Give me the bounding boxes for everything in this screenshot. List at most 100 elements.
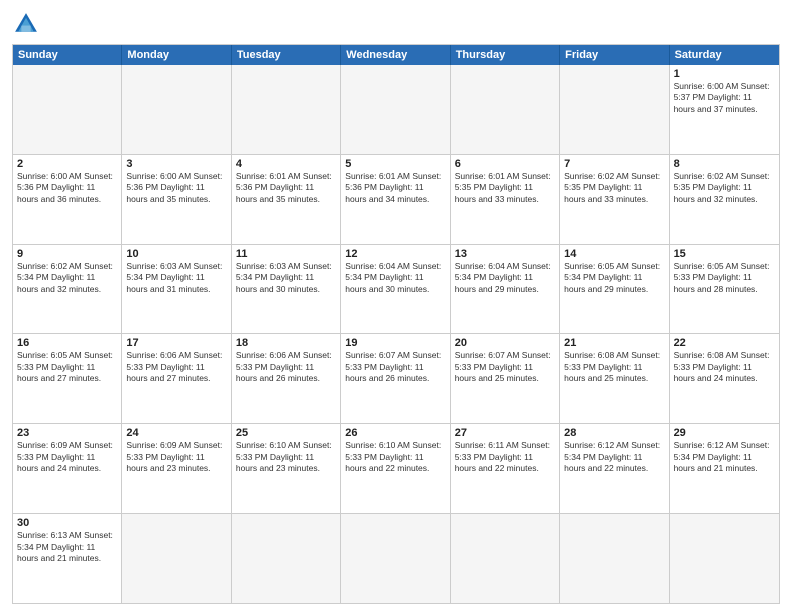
- calendar-cell: 4Sunrise: 6:01 AM Sunset: 5:36 PM Daylig…: [232, 155, 341, 244]
- day-info: Sunrise: 6:00 AM Sunset: 5:36 PM Dayligh…: [126, 171, 226, 205]
- calendar-cell: 19Sunrise: 6:07 AM Sunset: 5:33 PM Dayli…: [341, 334, 450, 423]
- weekday-header: Sunday: [13, 45, 122, 65]
- calendar-cell: [451, 514, 560, 603]
- calendar-week-row: 23Sunrise: 6:09 AM Sunset: 5:33 PM Dayli…: [13, 423, 779, 513]
- day-info: Sunrise: 6:04 AM Sunset: 5:34 PM Dayligh…: [345, 261, 445, 295]
- calendar-cell: [232, 65, 341, 154]
- day-number: 23: [17, 427, 117, 439]
- calendar-cell: [451, 65, 560, 154]
- day-number: 13: [455, 248, 555, 260]
- calendar-cell: 6Sunrise: 6:01 AM Sunset: 5:35 PM Daylig…: [451, 155, 560, 244]
- day-info: Sunrise: 6:09 AM Sunset: 5:33 PM Dayligh…: [126, 440, 226, 474]
- calendar-cell: 20Sunrise: 6:07 AM Sunset: 5:33 PM Dayli…: [451, 334, 560, 423]
- day-number: 18: [236, 337, 336, 349]
- day-number: 9: [17, 248, 117, 260]
- weekday-header: Tuesday: [232, 45, 341, 65]
- calendar-week-row: 2Sunrise: 6:00 AM Sunset: 5:36 PM Daylig…: [13, 154, 779, 244]
- calendar-cell: [13, 65, 122, 154]
- calendar-cell: [122, 65, 231, 154]
- day-number: 10: [126, 248, 226, 260]
- calendar-cell: 22Sunrise: 6:08 AM Sunset: 5:33 PM Dayli…: [670, 334, 779, 423]
- calendar-cell: 27Sunrise: 6:11 AM Sunset: 5:33 PM Dayli…: [451, 424, 560, 513]
- page: SundayMondayTuesdayWednesdayThursdayFrid…: [0, 0, 792, 612]
- day-info: Sunrise: 6:10 AM Sunset: 5:33 PM Dayligh…: [236, 440, 336, 474]
- calendar-cell: 16Sunrise: 6:05 AM Sunset: 5:33 PM Dayli…: [13, 334, 122, 423]
- day-number: 30: [17, 517, 117, 529]
- weekday-header: Saturday: [670, 45, 779, 65]
- day-info: Sunrise: 6:08 AM Sunset: 5:33 PM Dayligh…: [564, 350, 664, 384]
- day-number: 27: [455, 427, 555, 439]
- day-number: 3: [126, 158, 226, 170]
- day-number: 7: [564, 158, 664, 170]
- calendar-cell: 23Sunrise: 6:09 AM Sunset: 5:33 PM Dayli…: [13, 424, 122, 513]
- calendar-cell: [560, 65, 669, 154]
- calendar-cell: [670, 514, 779, 603]
- calendar-week-row: 30Sunrise: 6:13 AM Sunset: 5:34 PM Dayli…: [13, 513, 779, 603]
- calendar-cell: 18Sunrise: 6:06 AM Sunset: 5:33 PM Dayli…: [232, 334, 341, 423]
- calendar-week-row: 9Sunrise: 6:02 AM Sunset: 5:34 PM Daylig…: [13, 244, 779, 334]
- calendar: SundayMondayTuesdayWednesdayThursdayFrid…: [12, 44, 780, 604]
- calendar-body: 1Sunrise: 6:00 AM Sunset: 5:37 PM Daylig…: [13, 65, 779, 603]
- day-info: Sunrise: 6:04 AM Sunset: 5:34 PM Dayligh…: [455, 261, 555, 295]
- day-number: 17: [126, 337, 226, 349]
- day-number: 4: [236, 158, 336, 170]
- day-info: Sunrise: 6:01 AM Sunset: 5:36 PM Dayligh…: [345, 171, 445, 205]
- day-info: Sunrise: 6:12 AM Sunset: 5:34 PM Dayligh…: [564, 440, 664, 474]
- day-info: Sunrise: 6:05 AM Sunset: 5:34 PM Dayligh…: [564, 261, 664, 295]
- day-info: Sunrise: 6:07 AM Sunset: 5:33 PM Dayligh…: [345, 350, 445, 384]
- calendar-cell: 28Sunrise: 6:12 AM Sunset: 5:34 PM Dayli…: [560, 424, 669, 513]
- calendar-cell: 29Sunrise: 6:12 AM Sunset: 5:34 PM Dayli…: [670, 424, 779, 513]
- calendar-cell: 21Sunrise: 6:08 AM Sunset: 5:33 PM Dayli…: [560, 334, 669, 423]
- day-number: 1: [674, 68, 775, 80]
- day-number: 15: [674, 248, 775, 260]
- calendar-cell: 10Sunrise: 6:03 AM Sunset: 5:34 PM Dayli…: [122, 245, 231, 334]
- calendar-cell: 1Sunrise: 6:00 AM Sunset: 5:37 PM Daylig…: [670, 65, 779, 154]
- calendar-cell: 9Sunrise: 6:02 AM Sunset: 5:34 PM Daylig…: [13, 245, 122, 334]
- day-info: Sunrise: 6:03 AM Sunset: 5:34 PM Dayligh…: [236, 261, 336, 295]
- day-info: Sunrise: 6:09 AM Sunset: 5:33 PM Dayligh…: [17, 440, 117, 474]
- day-number: 8: [674, 158, 775, 170]
- day-number: 20: [455, 337, 555, 349]
- day-number: 24: [126, 427, 226, 439]
- day-info: Sunrise: 6:00 AM Sunset: 5:36 PM Dayligh…: [17, 171, 117, 205]
- day-number: 11: [236, 248, 336, 260]
- weekday-header: Wednesday: [341, 45, 450, 65]
- calendar-cell: 2Sunrise: 6:00 AM Sunset: 5:36 PM Daylig…: [13, 155, 122, 244]
- day-info: Sunrise: 6:07 AM Sunset: 5:33 PM Dayligh…: [455, 350, 555, 384]
- calendar-cell: 14Sunrise: 6:05 AM Sunset: 5:34 PM Dayli…: [560, 245, 669, 334]
- day-info: Sunrise: 6:00 AM Sunset: 5:37 PM Dayligh…: [674, 81, 775, 115]
- day-info: Sunrise: 6:06 AM Sunset: 5:33 PM Dayligh…: [126, 350, 226, 384]
- calendar-cell: [232, 514, 341, 603]
- calendar-cell: 13Sunrise: 6:04 AM Sunset: 5:34 PM Dayli…: [451, 245, 560, 334]
- calendar-week-row: 16Sunrise: 6:05 AM Sunset: 5:33 PM Dayli…: [13, 333, 779, 423]
- calendar-cell: 26Sunrise: 6:10 AM Sunset: 5:33 PM Dayli…: [341, 424, 450, 513]
- day-number: 12: [345, 248, 445, 260]
- day-number: 21: [564, 337, 664, 349]
- header: [12, 10, 780, 38]
- calendar-cell: 25Sunrise: 6:10 AM Sunset: 5:33 PM Dayli…: [232, 424, 341, 513]
- day-info: Sunrise: 6:05 AM Sunset: 5:33 PM Dayligh…: [17, 350, 117, 384]
- day-info: Sunrise: 6:01 AM Sunset: 5:35 PM Dayligh…: [455, 171, 555, 205]
- day-number: 5: [345, 158, 445, 170]
- day-info: Sunrise: 6:12 AM Sunset: 5:34 PM Dayligh…: [674, 440, 775, 474]
- day-number: 26: [345, 427, 445, 439]
- calendar-cell: 12Sunrise: 6:04 AM Sunset: 5:34 PM Dayli…: [341, 245, 450, 334]
- weekday-header: Friday: [560, 45, 669, 65]
- day-info: Sunrise: 6:10 AM Sunset: 5:33 PM Dayligh…: [345, 440, 445, 474]
- calendar-cell: 3Sunrise: 6:00 AM Sunset: 5:36 PM Daylig…: [122, 155, 231, 244]
- day-info: Sunrise: 6:01 AM Sunset: 5:36 PM Dayligh…: [236, 171, 336, 205]
- day-info: Sunrise: 6:11 AM Sunset: 5:33 PM Dayligh…: [455, 440, 555, 474]
- calendar-cell: 24Sunrise: 6:09 AM Sunset: 5:33 PM Dayli…: [122, 424, 231, 513]
- day-info: Sunrise: 6:03 AM Sunset: 5:34 PM Dayligh…: [126, 261, 226, 295]
- day-number: 16: [17, 337, 117, 349]
- day-number: 22: [674, 337, 775, 349]
- calendar-cell: [341, 514, 450, 603]
- calendar-cell: 11Sunrise: 6:03 AM Sunset: 5:34 PM Dayli…: [232, 245, 341, 334]
- weekday-header: Monday: [122, 45, 231, 65]
- logo: [12, 10, 44, 38]
- day-info: Sunrise: 6:08 AM Sunset: 5:33 PM Dayligh…: [674, 350, 775, 384]
- day-info: Sunrise: 6:13 AM Sunset: 5:34 PM Dayligh…: [17, 530, 117, 564]
- calendar-cell: 8Sunrise: 6:02 AM Sunset: 5:35 PM Daylig…: [670, 155, 779, 244]
- logo-icon: [12, 10, 40, 38]
- day-number: 14: [564, 248, 664, 260]
